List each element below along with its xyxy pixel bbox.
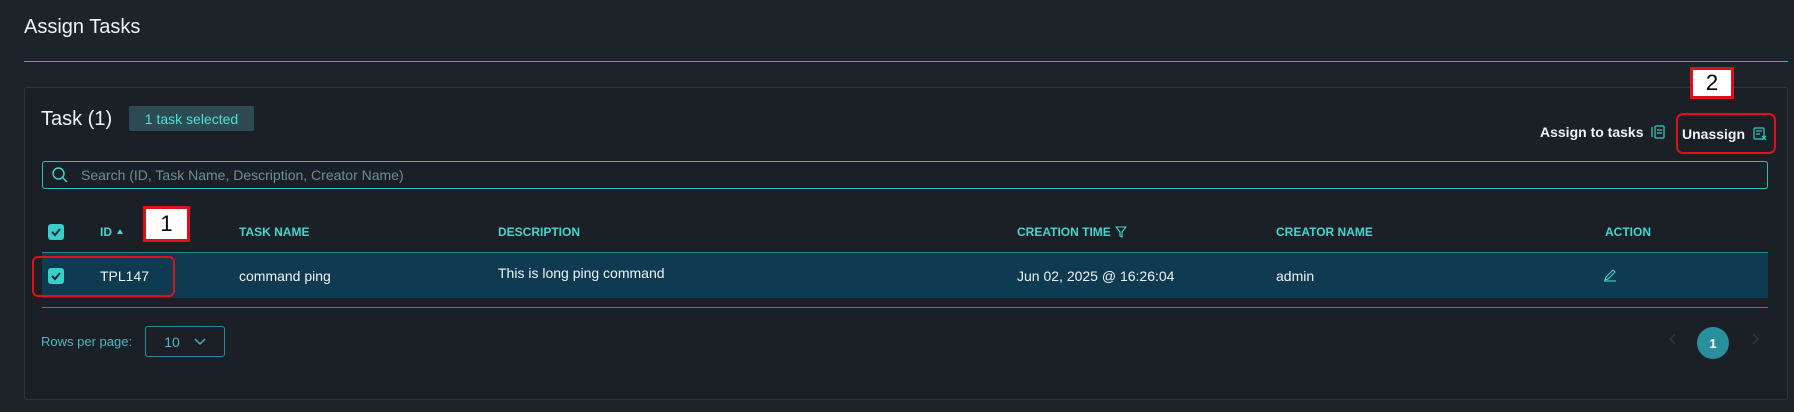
callout-marker-1: 1 (143, 206, 190, 242)
table-bottom-divider (42, 307, 1768, 308)
chevron-left-icon (1669, 333, 1676, 345)
search-input[interactable] (79, 166, 1743, 184)
search-icon (52, 167, 68, 183)
column-header-creator-name-label: CREATOR NAME (1276, 225, 1373, 239)
edit-task-button[interactable] (1603, 268, 1617, 285)
unassign-list-icon (1753, 126, 1767, 140)
filter-icon[interactable] (1114, 226, 1127, 238)
selected-count-badge: 1 task selected (129, 106, 254, 131)
select-all-checkbox[interactable] (48, 224, 64, 240)
column-header-description-label: DESCRIPTION (498, 225, 581, 239)
assign-to-tasks-button[interactable]: Assign to tasks (1540, 121, 1666, 143)
column-header-creator-name[interactable]: CREATOR NAME (1276, 225, 1373, 239)
rows-per-page-value: 10 (164, 333, 180, 350)
row-description: This is long ping command (498, 265, 665, 281)
task-panel (24, 87, 1788, 400)
sort-asc-icon (117, 229, 123, 234)
prev-page-button[interactable] (1668, 332, 1676, 348)
task-count-heading: Task (1) (41, 108, 113, 130)
assign-to-tasks-label: Assign to tasks (1540, 124, 1644, 140)
check-icon (51, 228, 61, 237)
page-number-button[interactable]: 1 (1697, 327, 1729, 359)
pencil-icon (1604, 269, 1616, 282)
unassign-button[interactable]: Unassign (1676, 113, 1776, 154)
column-header-action: ACTION (1605, 225, 1651, 239)
column-header-task-name-label: TASK NAME (239, 225, 310, 239)
title-divider (24, 61, 1788, 62)
page-title: Assign Tasks (24, 16, 141, 38)
column-header-task-name[interactable]: TASK NAME (239, 225, 309, 239)
row-highlight-box (32, 256, 175, 297)
chevron-right-icon (1752, 333, 1759, 345)
column-header-id-label: ID (100, 225, 112, 239)
callout-marker-2: 2 (1690, 67, 1734, 99)
rows-per-page-select[interactable]: 10 (145, 326, 225, 357)
chevron-down-icon (194, 338, 206, 345)
column-header-creation-time[interactable]: CREATION TIME (1017, 225, 1127, 239)
column-header-description[interactable]: DESCRIPTION (498, 225, 580, 239)
column-header-creation-time-label: CREATION TIME (1017, 225, 1111, 239)
next-page-button[interactable] (1752, 332, 1760, 348)
unassign-label: Unassign (1682, 125, 1746, 142)
row-creator-name: admin (1276, 268, 1315, 284)
column-header-action-label: ACTION (1605, 225, 1651, 239)
row-task-name: command ping (239, 268, 331, 284)
row-creation-time: Jun 02, 2025 @ 16:26:04 (1017, 268, 1175, 284)
assign-list-icon (1651, 125, 1666, 139)
column-header-id[interactable]: ID (100, 225, 124, 239)
rows-per-page-label: Rows per page: (41, 334, 133, 349)
search-box[interactable] (42, 161, 1768, 189)
